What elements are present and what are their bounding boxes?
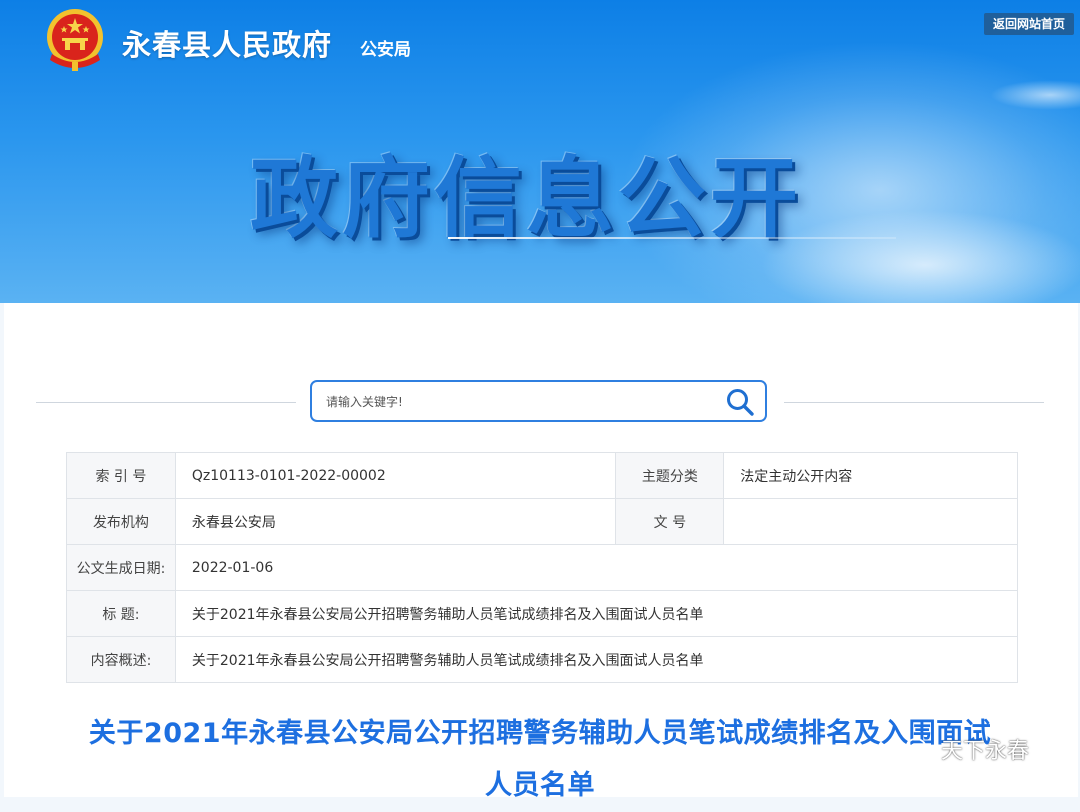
wechat-icon xyxy=(905,738,932,759)
banner-underline xyxy=(448,237,896,239)
search-box xyxy=(310,380,767,422)
search-icon[interactable] xyxy=(725,387,755,417)
table-row: 公文生成日期: 2022-01-06 xyxy=(66,544,1019,591)
doc-number-label: 文 号 xyxy=(615,498,725,545)
search-input[interactable] xyxy=(324,382,718,422)
index-value: Qz10113-0101-2022-00002 xyxy=(174,452,617,499)
department-name: 公安局 xyxy=(360,40,411,60)
banner-cloud xyxy=(760,210,1080,303)
metadata-table: 索 引 号 Qz10113-0101-2022-00002 主题分类 法定主动公… xyxy=(66,452,1019,683)
document-title-line2: 人员名单 xyxy=(485,770,595,801)
table-row: 标 题: 关于2021年永春县公安局公开招聘警务辅助人员笔试成绩排名及入围面试人… xyxy=(66,590,1019,637)
date-label: 公文生成日期: xyxy=(66,544,176,591)
watermark: 天下永春 xyxy=(905,733,1029,765)
table-row: 内容概述: 关于2021年永春县公安局公开招聘警务辅助人员笔试成绩排名及入围面试… xyxy=(66,636,1019,683)
banner-title: 政府信息公开 xyxy=(250,147,803,250)
publisher-value: 永春县公安局 xyxy=(174,498,617,545)
title-value: 关于2021年永春县公安局公开招聘警务辅助人员笔试成绩排名及入围面试人员名单 xyxy=(174,590,1019,637)
site-name: 永春县人民政府 xyxy=(122,28,333,62)
hero-banner: 永春县人民政府 公安局 返回网站首页 政府信息公开 xyxy=(0,0,1080,303)
date-value: 2022-01-06 xyxy=(174,544,1019,591)
category-value: 法定主动公开内容 xyxy=(723,452,1018,499)
document-title-line1: 关于2021年永春县公安局公开招聘警务辅助人员笔试成绩排名及入围面试 xyxy=(88,718,992,749)
home-link-button[interactable]: 返回网站首页 xyxy=(984,13,1074,35)
divider-right xyxy=(784,402,1044,403)
document-title: 关于2021年永春县公安局公开招聘警务辅助人员笔试成绩排名及入围面试 人员名单 xyxy=(60,708,1020,812)
table-row: 索 引 号 Qz10113-0101-2022-00002 主题分类 法定主动公… xyxy=(66,452,1018,499)
banner-cloud-small xyxy=(990,80,1080,110)
index-label: 索 引 号 xyxy=(66,452,176,499)
category-label: 主题分类 xyxy=(615,452,725,499)
summary-value: 关于2021年永春县公安局公开招聘警务辅助人员笔试成绩排名及入围面试人员名单 xyxy=(174,636,1019,683)
national-emblem-icon xyxy=(47,9,103,71)
table-row: 发布机构 永春县公安局 文 号 xyxy=(66,498,1018,545)
title-label: 标 题: xyxy=(66,590,176,637)
divider-left xyxy=(36,402,296,403)
doc-number-value xyxy=(723,498,1018,545)
summary-label: 内容概述: xyxy=(66,636,176,683)
publisher-label: 发布机构 xyxy=(66,498,176,545)
watermark-text: 天下永春 xyxy=(941,739,1030,764)
